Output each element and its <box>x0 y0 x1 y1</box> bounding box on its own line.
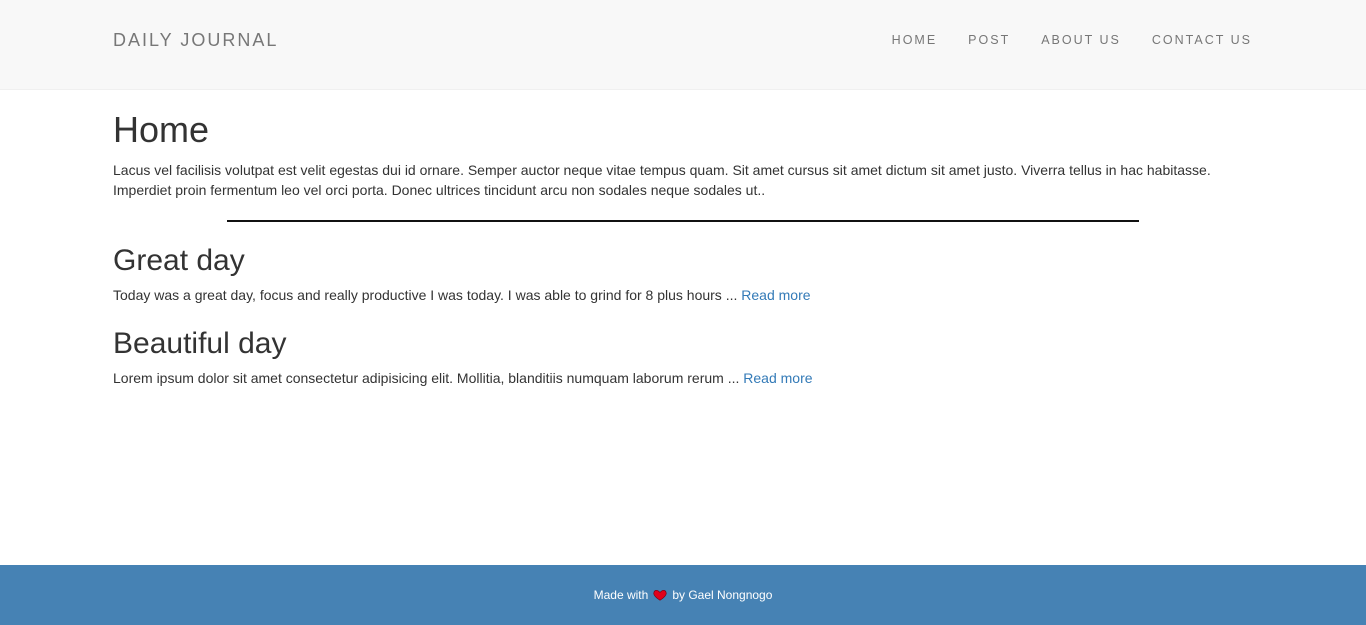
page-title: Home <box>113 109 210 150</box>
nav-link-about-us[interactable]: ABOUT US <box>1041 32 1121 48</box>
section-divider <box>227 220 1139 222</box>
post-excerpt: Lorem ipsum dolor sit amet consectetur a… <box>113 368 1253 388</box>
post-item: Great day Today was a great day, focus a… <box>113 243 1253 305</box>
page: DAILY JOURNAL HOME POST ABOUT US CONTACT… <box>0 0 1366 625</box>
footer-author: by Gael Nongnogo <box>672 588 773 602</box>
nav-item-home: HOME <box>892 32 938 48</box>
nav-link-contact-us[interactable]: CONTACT US <box>1152 32 1252 48</box>
nav-item-about-us: ABOUT US <box>1041 32 1121 48</box>
post-excerpt-text: Lorem ipsum dolor sit amet consectetur a… <box>113 370 744 386</box>
post-excerpt-text: Today was a great day, focus and really … <box>113 287 742 303</box>
post-item: Beautiful day Lorem ipsum dolor sit amet… <box>113 326 1253 388</box>
nav-link-home[interactable]: HOME <box>892 32 938 48</box>
post-title: Great day <box>113 244 245 277</box>
read-more-link[interactable]: Read more <box>743 370 812 386</box>
intro-paragraph: Lacus vel facilisis volutpat est velit e… <box>113 162 1211 198</box>
post-title: Beautiful day <box>113 327 287 360</box>
footer-made-with: Made with <box>593 588 649 602</box>
heart-icon <box>653 588 667 602</box>
post-excerpt: Today was a great day, focus and really … <box>113 285 1253 305</box>
footer: Made with by Gael Nongnogo <box>0 565 1366 625</box>
brand-link[interactable]: DAILY JOURNAL <box>113 29 278 51</box>
navbar: DAILY JOURNAL HOME POST ABOUT US CONTACT… <box>0 0 1366 90</box>
nav-link-post[interactable]: POST <box>968 32 1010 48</box>
read-more-link[interactable]: Read more <box>741 287 810 303</box>
nav-menu: HOME POST ABOUT US CONTACT US <box>861 32 1252 48</box>
nav-item-contact-us: CONTACT US <box>1152 32 1252 48</box>
nav-item-post: POST <box>968 32 1010 48</box>
main-content: Home Lacus vel facilisis volutpat est ve… <box>113 108 1253 386</box>
